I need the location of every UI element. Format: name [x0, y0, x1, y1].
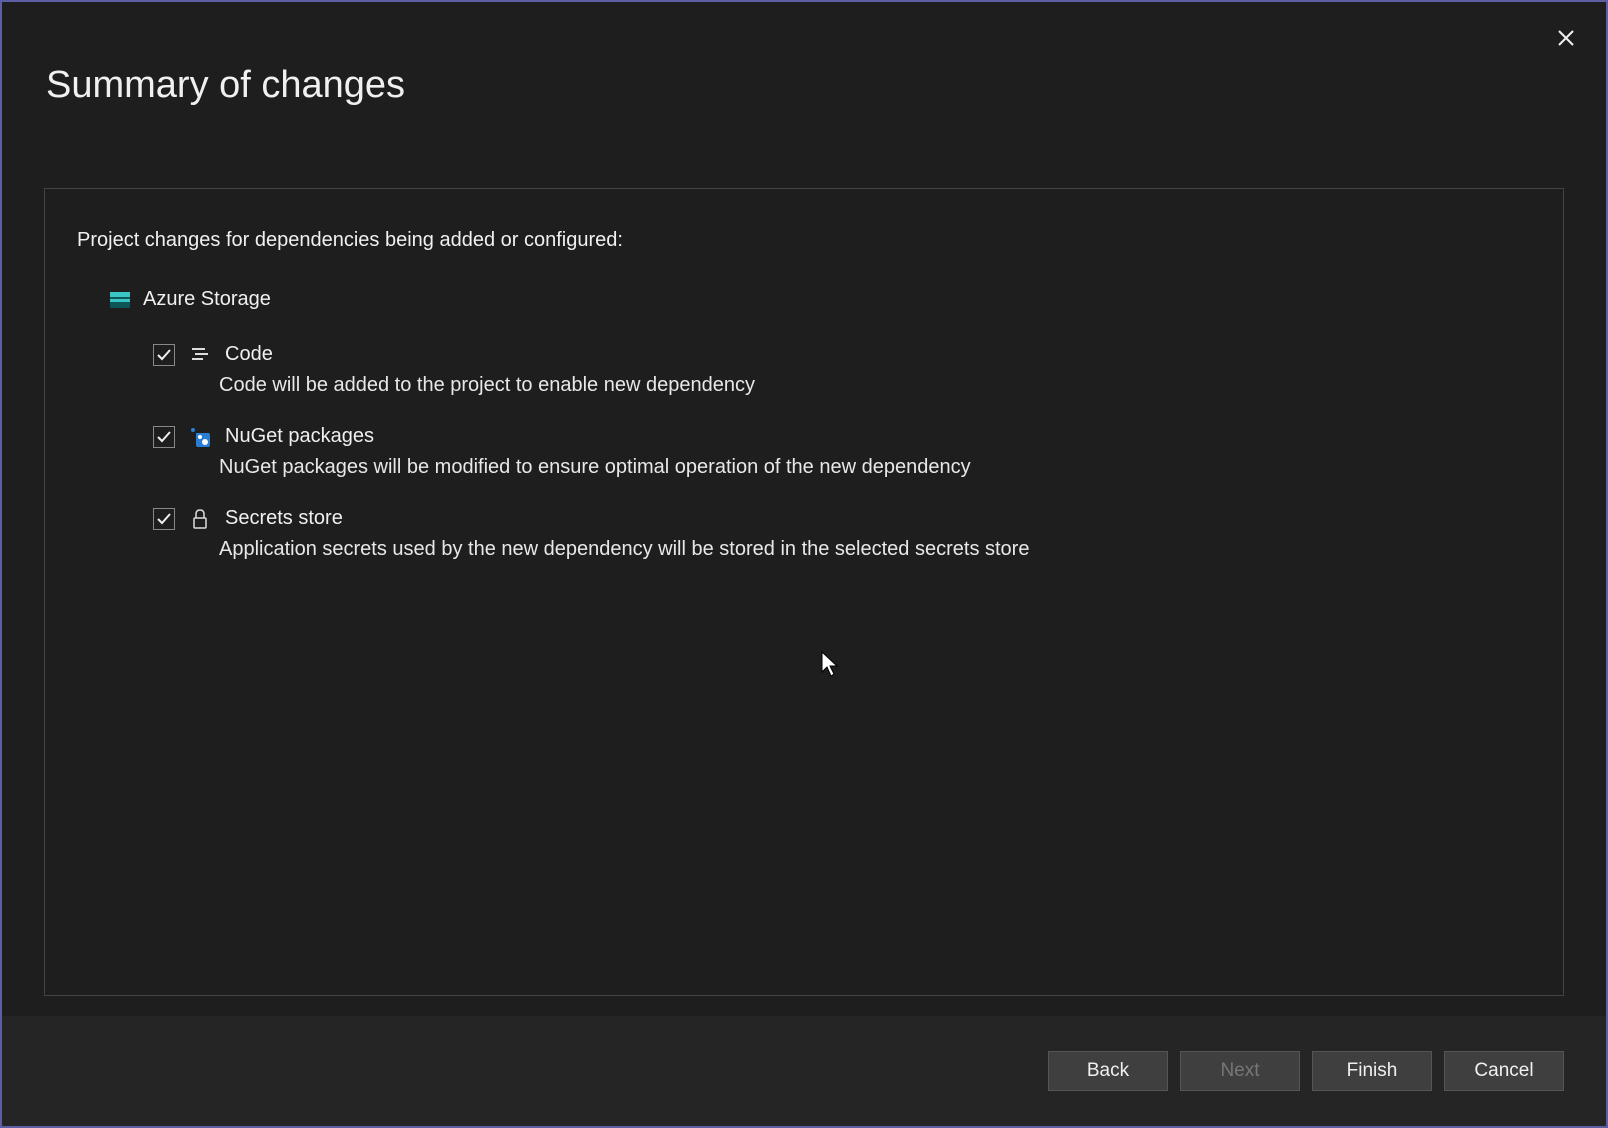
- intro-text: Project changes for dependencies being a…: [77, 229, 1531, 252]
- checkbox-nuget[interactable]: [153, 426, 175, 448]
- change-header: Code: [153, 343, 1531, 366]
- checkbox-code[interactable]: [153, 344, 175, 366]
- change-item-secrets: Secrets store Application secrets used b…: [153, 507, 1531, 561]
- dialog-title: Summary of changes: [46, 64, 405, 107]
- change-header: Secrets store: [153, 507, 1531, 530]
- item-title: Code: [225, 343, 273, 366]
- service-row: Azure Storage: [109, 288, 1531, 311]
- back-button[interactable]: Back: [1048, 1051, 1168, 1091]
- lock-icon: [189, 508, 211, 530]
- change-header: NuGet packages: [153, 425, 1531, 448]
- code-icon: [189, 344, 211, 366]
- item-description: Application secrets used by the new depe…: [219, 538, 1531, 561]
- next-button: Next: [1180, 1051, 1300, 1091]
- item-title: NuGet packages: [225, 425, 374, 448]
- checkmark-icon: [156, 429, 172, 445]
- change-item-nuget: NuGet packages NuGet packages will be mo…: [153, 425, 1531, 479]
- dialog-footer: Back Next Finish Cancel: [2, 1016, 1606, 1126]
- close-icon: [1557, 29, 1575, 47]
- azure-storage-icon: [109, 289, 131, 311]
- checkmark-icon: [156, 347, 172, 363]
- change-item-code: Code Code will be added to the project t…: [153, 343, 1531, 397]
- item-description: Code will be added to the project to ena…: [219, 374, 1531, 397]
- content-panel: Project changes for dependencies being a…: [44, 188, 1564, 996]
- item-description: NuGet packages will be modified to ensur…: [219, 456, 1531, 479]
- item-title: Secrets store: [225, 507, 343, 530]
- nuget-icon: [189, 426, 211, 448]
- cancel-button[interactable]: Cancel: [1444, 1051, 1564, 1091]
- checkbox-secrets[interactable]: [153, 508, 175, 530]
- checkmark-icon: [156, 511, 172, 527]
- close-button[interactable]: [1554, 26, 1578, 50]
- finish-button[interactable]: Finish: [1312, 1051, 1432, 1091]
- service-name: Azure Storage: [143, 288, 271, 311]
